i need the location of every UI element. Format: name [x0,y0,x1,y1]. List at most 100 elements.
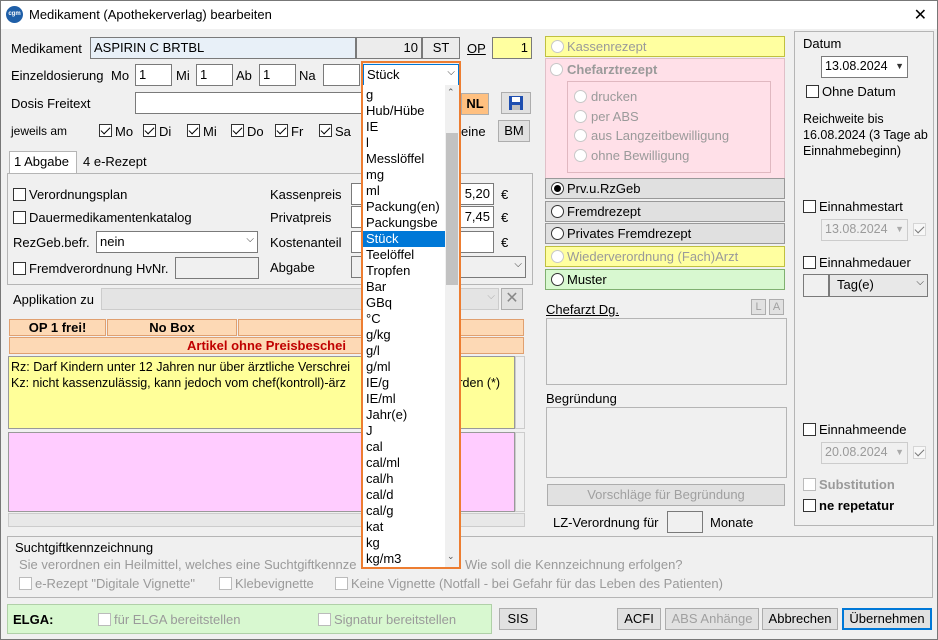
drucken-radio[interactable] [574,90,587,103]
begruendung-textarea[interactable] [546,407,787,478]
unit-option[interactable]: IE/g [363,375,445,391]
einnahmedauer-field[interactable] [803,274,829,297]
unit-option[interactable]: Tropfen [363,263,445,279]
unit-option[interactable]: kg/m3 [363,551,445,567]
day-checkbox-fr[interactable] [275,124,288,137]
muster-row[interactable]: Muster [545,269,785,290]
clear-applikation-button[interactable]: ✕ [501,288,523,310]
unit-dropdown-list[interactable]: g Hub/Hübe IE l Messlöffel mg ml Packung(en) Pac… [361,85,461,569]
ohne-datum-checkbox[interactable] [806,85,819,98]
vorschlaege-button[interactable]: Vorschläge für Begründung [547,484,785,506]
unit-option[interactable]: cal/d [363,487,445,503]
tab-e-rezept[interactable]: 4 e-Rezept [79,153,151,173]
unit-option[interactable]: Messlöffel [363,151,445,167]
dosis-mi-field[interactable]: 1 [196,64,233,86]
sis-button[interactable]: SIS [499,608,537,630]
unit-option[interactable]: J [363,423,445,439]
scroll-up-icon[interactable]: ⌃ [447,87,455,98]
chefarzt-l-button[interactable]: L [751,299,766,315]
dosis-freitext-field[interactable] [135,92,363,114]
unit-option[interactable]: cal/h [363,471,445,487]
kassenrezept-row[interactable]: Kassenrezept [545,36,785,57]
wiederverordnung-radio[interactable] [551,250,564,263]
notes-scrollbar[interactable] [515,432,525,512]
abs-anhaenge-button[interactable]: ABS Anhänge [665,608,759,630]
prv-rzgeb-radio[interactable] [551,182,564,195]
day-checkbox-mo[interactable] [99,124,112,137]
day-checkbox-di[interactable] [143,124,156,137]
ne-repetatur-checkbox[interactable] [803,499,816,512]
fremdrezept-row[interactable]: Fremdrezept [545,201,785,222]
unit-option[interactable]: Stück [363,231,445,247]
op-field[interactable]: 1 [492,37,532,59]
dropdown-scrollbar[interactable]: ⌃ ⌄ [445,85,459,567]
acfi-button[interactable]: ACFI [617,608,661,630]
unit-option[interactable]: cal/ml [363,455,445,471]
unit-option[interactable]: cal [363,439,445,455]
unit-option[interactable]: IE/ml [363,391,445,407]
fremdverordnung-checkbox[interactable] [13,262,26,275]
chefarzt-a-button[interactable]: A [769,299,784,315]
einnahmeende-picker[interactable]: 20.08.2024 ▼ [821,442,908,464]
unit-option[interactable]: kg [363,535,445,551]
uebernehmen-button[interactable]: Übernehmen [842,608,932,630]
tab-abgabe[interactable]: 1 Abgabe [9,151,77,173]
unit-option[interactable]: g [363,87,445,103]
unit-option[interactable]: Hub/Hübe [363,103,445,119]
dauermedikamente-checkbox[interactable] [13,211,26,224]
unit-option[interactable]: g/l [363,343,445,359]
langzeit-radio[interactable] [574,129,587,142]
close-icon[interactable]: ✕ [914,5,927,25]
unit-option[interactable]: Packungsbe [363,215,445,231]
unit-option[interactable]: Teelöffel [363,247,445,263]
fremdrezept-radio[interactable] [551,205,564,218]
substitution-checkbox[interactable] [803,478,816,491]
fremdverordnung-field[interactable] [175,257,259,279]
wiederverordnung-row[interactable]: Wiederverordnung (Fach)Arzt [545,246,785,267]
scroll-thumb[interactable] [446,133,458,285]
unit-option[interactable]: l [363,135,445,151]
elga-bereit-checkbox[interactable] [98,613,111,626]
einnahmedauer-checkbox[interactable] [803,256,816,269]
unit-option[interactable]: IE [363,119,445,135]
unit-option[interactable]: g/ml [363,359,445,375]
unit-option[interactable]: mg [363,167,445,183]
unit-option[interactable]: °C [363,311,445,327]
rezgeb-select[interactable]: nein ⌵ [96,231,258,253]
einnahmestart-checkbox[interactable] [803,200,816,213]
keine-vignette-checkbox[interactable] [335,577,348,590]
datum-picker[interactable]: 13.08.2024 ▼ [821,56,908,78]
unit-option[interactable]: Bar [363,279,445,295]
chefarzt-dg-textarea[interactable] [546,318,787,385]
e-rezept-vignette-checkbox[interactable] [19,577,32,590]
chefarztrezept-radio[interactable] [550,63,563,76]
dosis-mo-field[interactable]: 1 [135,64,172,86]
rz-scrollbar[interactable] [515,356,525,429]
day-checkbox-sa[interactable] [319,124,332,137]
einnahmeende-checkbox[interactable] [803,423,816,436]
unit-option[interactable]: kat [363,519,445,535]
verordnungsplan-checkbox[interactable] [13,188,26,201]
dosis-na-field[interactable] [323,64,360,86]
bm-button[interactable]: BM [498,120,530,142]
unit-option[interactable]: Jahr(e) [363,407,445,423]
kassenrezept-radio[interactable] [551,40,564,53]
einnahmestart-picker[interactable]: 13.08.2024 ▼ [821,219,908,241]
privates-fremdrezept-row[interactable]: Privates Fremdrezept [545,223,785,244]
lz-monate-field[interactable] [667,511,703,533]
klebevignette-checkbox[interactable] [219,577,232,590]
ohne-bewilligung-radio[interactable] [574,149,587,162]
unit-option[interactable]: cal/g [363,503,445,519]
scroll-down-icon[interactable]: ⌄ [447,551,455,562]
unit-option[interactable]: g/kg [363,327,445,343]
save-icon[interactable] [501,92,531,114]
signatur-checkbox[interactable] [318,613,331,626]
nl-button[interactable]: NL [461,93,489,115]
unit-option[interactable]: ml [363,183,445,199]
abbrechen-button[interactable]: Abbrechen [762,608,838,630]
day-checkbox-do[interactable] [231,124,244,137]
einnahmedauer-unit-select[interactable]: Tag(e) ⌵ [829,274,928,297]
muster-radio[interactable] [551,273,564,286]
per-abs-radio[interactable] [574,110,587,123]
prv-rzgeb-row[interactable]: Prv.u.RzGeb [545,178,785,199]
